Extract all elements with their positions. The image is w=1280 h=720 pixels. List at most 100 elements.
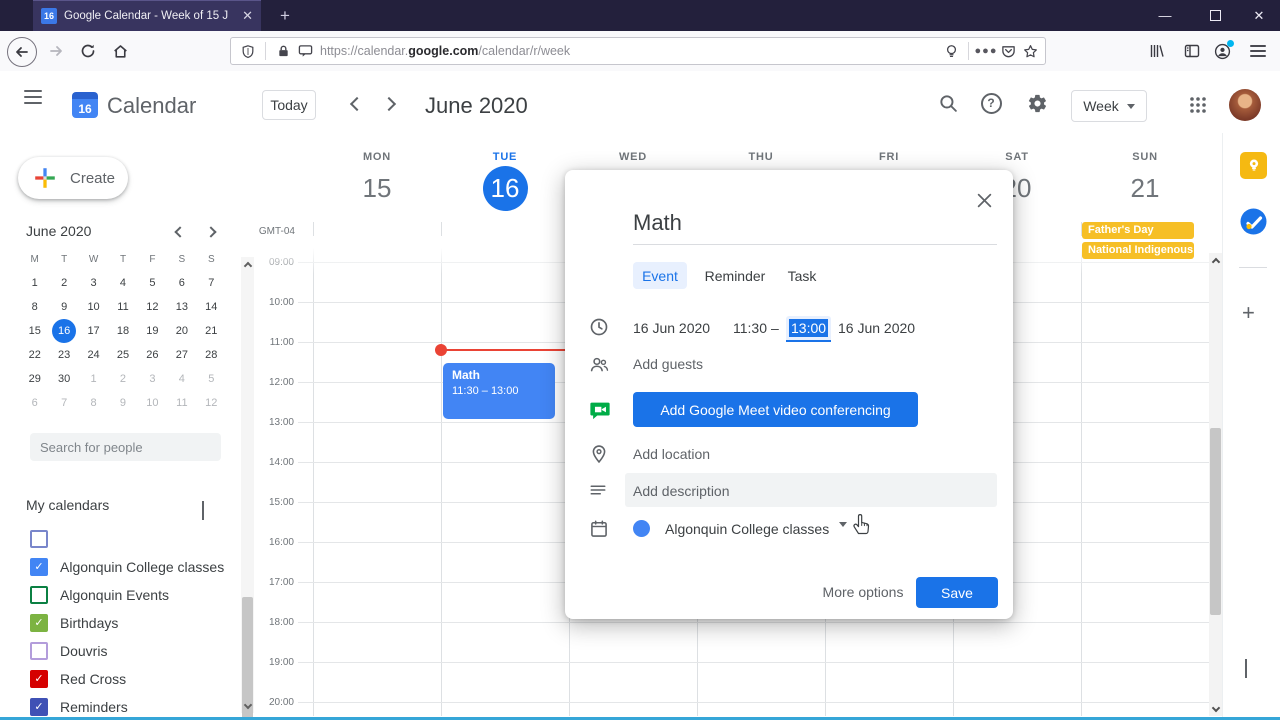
reload-button[interactable] bbox=[74, 37, 102, 65]
mini-calendar-day[interactable]: 11 bbox=[167, 391, 196, 415]
add-guests-field[interactable]: Add guests bbox=[633, 356, 703, 372]
mini-calendar-day[interactable]: 9 bbox=[49, 295, 78, 319]
mini-calendar-day[interactable]: 23 bbox=[49, 343, 78, 367]
day-column-header[interactable]: SUN 21 bbox=[1081, 151, 1209, 211]
firefox-account-icon[interactable] bbox=[1208, 37, 1236, 65]
forward-button[interactable] bbox=[42, 37, 70, 65]
my-calendars-collapse-button[interactable] bbox=[202, 501, 204, 520]
day-number[interactable]: 21 bbox=[1123, 166, 1168, 211]
mini-calendar-day[interactable]: 18 bbox=[108, 319, 137, 343]
mini-calendar-day[interactable]: 6 bbox=[167, 271, 196, 295]
tab-reminder[interactable]: Reminder bbox=[702, 262, 768, 289]
mini-calendar-day[interactable]: 3 bbox=[79, 271, 108, 295]
help-button[interactable]: ? bbox=[979, 91, 1003, 115]
mini-calendar-day[interactable]: 7 bbox=[49, 391, 78, 415]
url-text[interactable]: https://calendar.google.com/calendar/r/w… bbox=[320, 44, 940, 58]
unchecked-checkbox[interactable] bbox=[30, 642, 48, 660]
sidebar-scrollbar[interactable] bbox=[241, 257, 254, 720]
mini-calendar-day[interactable]: 4 bbox=[108, 271, 137, 295]
start-time[interactable]: 11:30 bbox=[733, 320, 767, 336]
google-apps-button[interactable] bbox=[1186, 93, 1210, 117]
dialog-close-button[interactable] bbox=[973, 189, 995, 211]
mini-calendar-day[interactable]: 2 bbox=[49, 271, 78, 295]
user-avatar[interactable] bbox=[1229, 89, 1261, 121]
event-title-input[interactable]: Math bbox=[633, 210, 997, 245]
calendar-list-item[interactable]: Algonquin Events bbox=[0, 581, 240, 609]
calendar-list-item[interactable]: ✓ Reminders bbox=[0, 693, 240, 720]
library-button[interactable] bbox=[1143, 37, 1171, 65]
all-day-event-chip[interactable]: Father's Day bbox=[1082, 222, 1194, 239]
mini-calendar-day[interactable]: 22 bbox=[20, 343, 49, 367]
window-maximize-button[interactable] bbox=[1192, 0, 1238, 31]
mini-calendar-day[interactable]: 3 bbox=[138, 367, 167, 391]
scroll-up-icon[interactable] bbox=[1211, 257, 1220, 266]
calendar-selector[interactable]: Algonquin College classes bbox=[665, 521, 829, 537]
sidebars-button[interactable] bbox=[1178, 37, 1206, 65]
window-minimize-button[interactable]: — bbox=[1142, 0, 1188, 31]
day-number[interactable]: 15 bbox=[355, 166, 400, 211]
search-button[interactable] bbox=[936, 91, 960, 115]
mini-calendar-day[interactable]: 10 bbox=[138, 391, 167, 415]
calendar-list-item[interactable]: ✓ Birthdays bbox=[0, 609, 240, 637]
scroll-down-icon[interactable] bbox=[243, 700, 252, 709]
add-google-meet-button[interactable]: Add Google Meet video conferencing bbox=[633, 392, 918, 427]
mini-calendar-day[interactable]: 1 bbox=[79, 367, 108, 391]
calendar-list-item[interactable]: ✓ Red Cross bbox=[0, 665, 240, 693]
add-location-field[interactable]: Add location bbox=[633, 446, 710, 462]
window-close-button[interactable]: ✕ bbox=[1236, 0, 1280, 31]
mini-calendar-day[interactable]: 29 bbox=[20, 367, 49, 391]
page-actions-icon[interactable]: ●●● bbox=[975, 40, 997, 62]
scrollbar-thumb[interactable] bbox=[1210, 428, 1221, 615]
permissions-message-icon[interactable] bbox=[294, 40, 316, 62]
day-number[interactable]: 16 bbox=[482, 166, 528, 211]
mini-calendar-day[interactable]: 2 bbox=[108, 367, 137, 391]
today-button[interactable]: Today bbox=[262, 90, 316, 120]
mini-calendar-next-button[interactable] bbox=[203, 224, 219, 240]
unchecked-checkbox[interactable] bbox=[30, 530, 48, 548]
mini-calendar-day[interactable]: 12 bbox=[197, 391, 226, 415]
mini-calendar-day[interactable]: 14 bbox=[197, 295, 226, 319]
checked-checkbox[interactable]: ✓ bbox=[30, 558, 48, 576]
mini-calendar-day[interactable]: 4 bbox=[167, 367, 196, 391]
calendar-list-item[interactable] bbox=[0, 525, 240, 553]
end-time-selected[interactable]: 13:00 bbox=[786, 316, 832, 342]
mini-calendar-prev-button[interactable] bbox=[172, 224, 188, 240]
all-day-event-chip[interactable]: National Indigenous bbox=[1082, 242, 1194, 259]
more-options-button[interactable]: More options bbox=[805, 584, 921, 600]
chevron-down-icon[interactable] bbox=[839, 522, 847, 545]
mini-calendar-day[interactable]: 1 bbox=[20, 271, 49, 295]
mini-calendar-day[interactable]: 5 bbox=[138, 271, 167, 295]
end-date[interactable]: 16 Jun 2020 bbox=[838, 320, 915, 336]
calendar-list-item[interactable]: ✓ Algonquin College classes bbox=[0, 553, 240, 581]
view-selector-dropdown[interactable]: Week bbox=[1071, 90, 1147, 122]
grid-scrollbar[interactable] bbox=[1209, 253, 1222, 716]
unchecked-checkbox[interactable] bbox=[30, 586, 48, 604]
calendar-list-item[interactable]: Douvris bbox=[0, 637, 240, 665]
back-button[interactable] bbox=[7, 37, 37, 67]
get-addons-button[interactable]: + bbox=[1242, 300, 1255, 326]
day-column-header[interactable]: MON 15 bbox=[313, 151, 441, 211]
mini-calendar-day[interactable]: 10 bbox=[79, 295, 108, 319]
mini-calendar-day[interactable]: 8 bbox=[79, 391, 108, 415]
mini-calendar-day[interactable]: 16 bbox=[52, 319, 77, 343]
mini-calendar-day[interactable]: 9 bbox=[108, 391, 137, 415]
home-button[interactable] bbox=[106, 37, 134, 65]
checked-checkbox[interactable]: ✓ bbox=[30, 670, 48, 688]
pocket-icon[interactable] bbox=[997, 40, 1019, 62]
mini-calendar-day[interactable]: 26 bbox=[138, 343, 167, 367]
next-week-button[interactable] bbox=[380, 95, 398, 113]
mini-calendar-day[interactable]: 6 bbox=[20, 391, 49, 415]
google-tasks-icon[interactable] bbox=[1240, 208, 1267, 235]
tab-task[interactable]: Task bbox=[782, 262, 822, 289]
mini-calendar-day[interactable]: 11 bbox=[108, 295, 137, 319]
google-keep-icon[interactable] bbox=[1240, 152, 1267, 179]
mini-calendar-day[interactable]: 30 bbox=[49, 367, 78, 391]
mini-calendar-day[interactable]: 5 bbox=[197, 367, 226, 391]
tracking-protection-shield-icon[interactable] bbox=[237, 40, 259, 62]
start-date[interactable]: 16 Jun 2020 bbox=[633, 320, 710, 336]
mini-calendar-day[interactable]: 24 bbox=[79, 343, 108, 367]
tab-event[interactable]: Event bbox=[633, 262, 687, 289]
mini-calendar-day[interactable]: 25 bbox=[108, 343, 137, 367]
new-tab-button[interactable]: + bbox=[272, 3, 298, 29]
mini-calendar-day[interactable]: 12 bbox=[138, 295, 167, 319]
